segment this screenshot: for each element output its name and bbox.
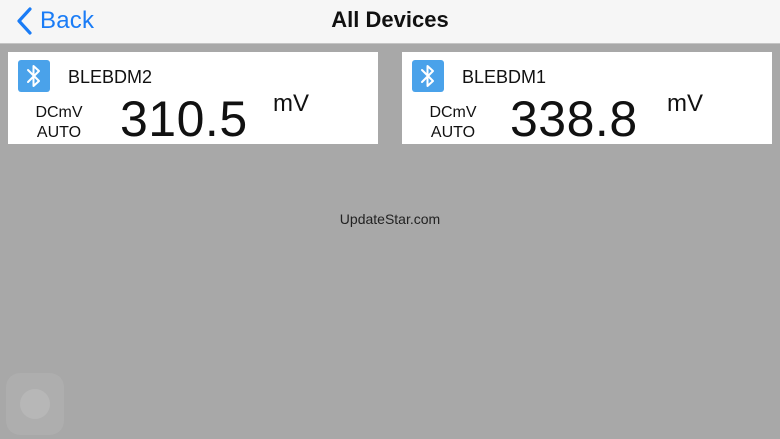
bluetooth-icon (412, 60, 444, 92)
reading-value: 310.5 (120, 91, 248, 147)
measurement-mode: DCmV AUTO (427, 103, 479, 143)
device-card-blebdm1[interactable]: BLEBDM1 DCmV AUTO 338.8 mV (402, 52, 772, 147)
range-label: AUTO (36, 124, 82, 141)
device-card-blebdm2[interactable]: BLEBDM2 DCmV AUTO 310.5 mV (8, 52, 378, 147)
assistive-touch-button[interactable] (6, 373, 64, 435)
mode-label: DCmV (35, 104, 83, 121)
assistive-touch-dot (20, 389, 50, 419)
measurement-mode: DCmV AUTO (33, 103, 85, 143)
device-name: BLEBDM1 (462, 67, 547, 87)
device-name: BLEBDM2 (68, 67, 153, 87)
bluetooth-icon (18, 60, 50, 92)
mode-label: DCmV (429, 104, 477, 121)
range-label: AUTO (430, 124, 476, 141)
reading-unit: mV (667, 90, 703, 117)
watermark-text: UpdateStar.com (339, 211, 441, 227)
navigation-bar: Back All Devices (0, 0, 780, 44)
reading-unit: mV (273, 90, 309, 117)
reading-value: 338.8 (510, 91, 638, 147)
page-title: All Devices (331, 7, 449, 32)
